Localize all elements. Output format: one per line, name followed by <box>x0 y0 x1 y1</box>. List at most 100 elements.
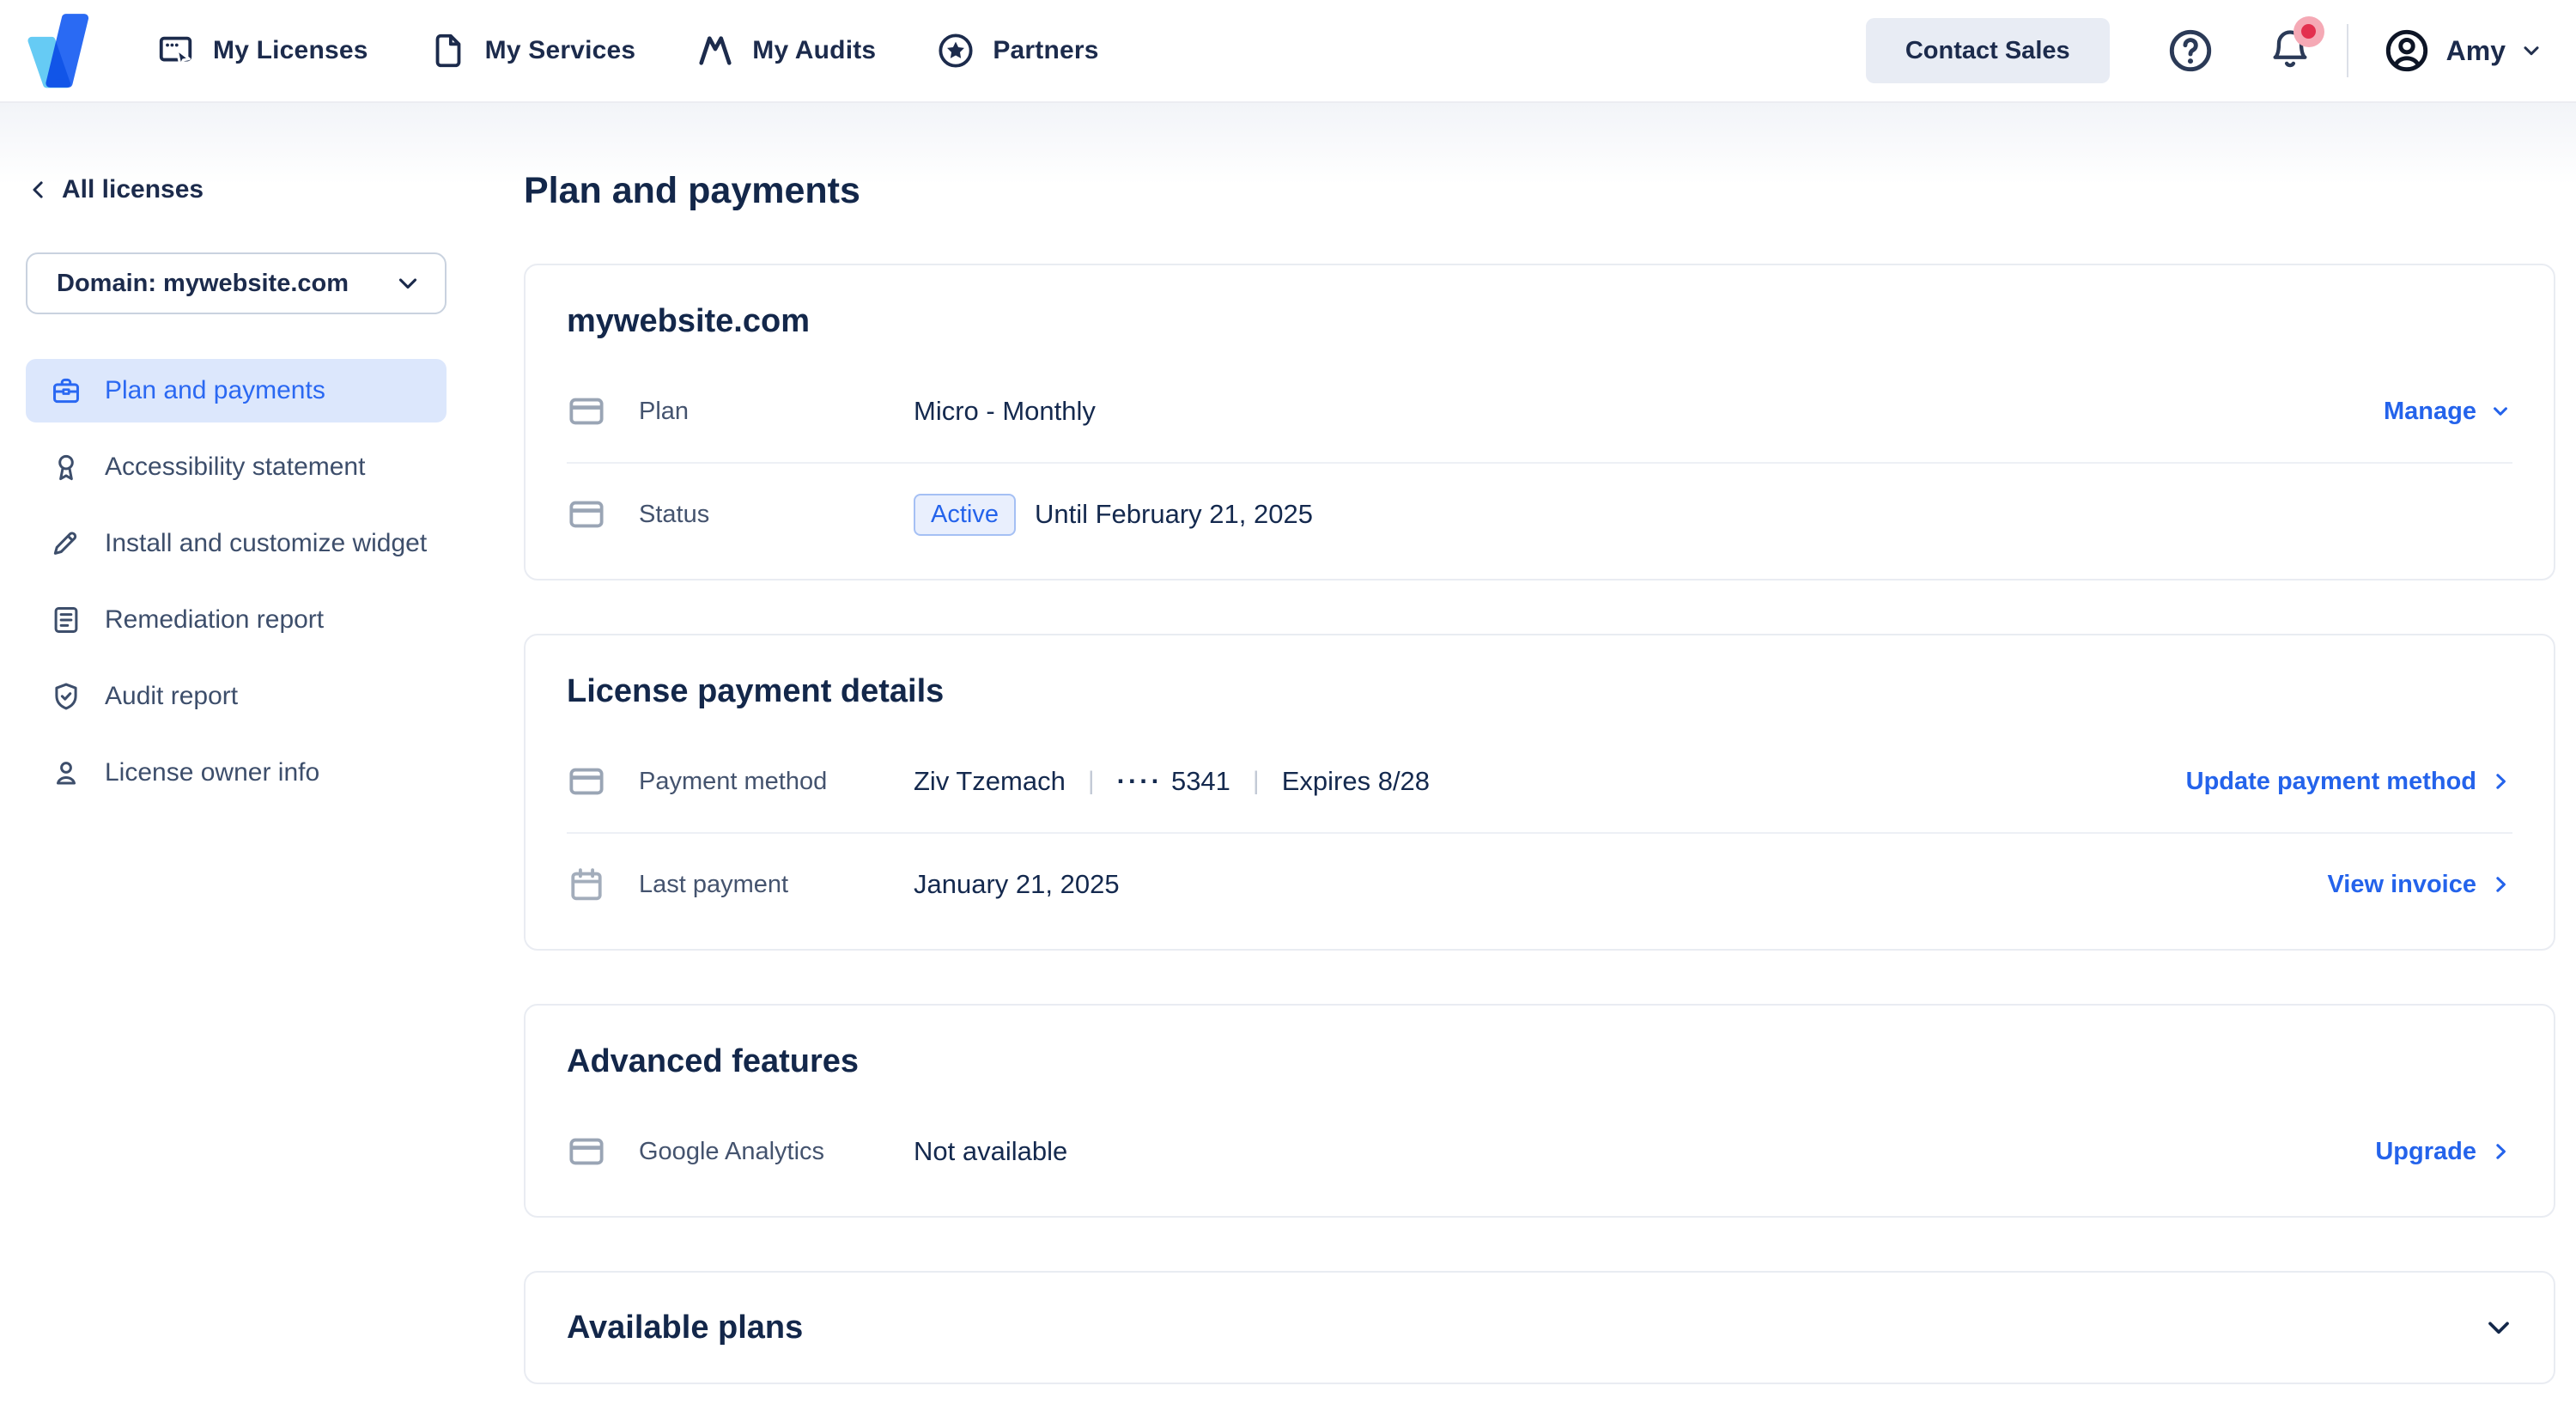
chevron-left-icon <box>26 177 52 203</box>
domain-selected-value: Domain: mywebsite.com <box>57 270 349 298</box>
available-plans-card[interactable]: Available plans <box>524 1271 2555 1384</box>
chevron-down-icon[interactable] <box>2482 1310 2516 1345</box>
sidebar-item-plan-and-payments[interactable]: Plan and payments <box>26 359 447 422</box>
chevron-down-icon <box>2488 399 2512 423</box>
value-separator: | <box>1084 767 1098 796</box>
sidebar-item-accessibility-statement[interactable]: Accessibility statement <box>26 435 447 499</box>
update-payment-method-label: Update payment method <box>2186 768 2476 796</box>
credit-card-icon <box>567 495 606 534</box>
available-plans-title: Available plans <box>567 1310 803 1346</box>
nav-label: My Audits <box>752 36 876 65</box>
credit-card-icon <box>567 1132 606 1171</box>
upgrade-label: Upgrade <box>2375 1138 2476 1166</box>
card-number-masked: ····5341 <box>1117 766 1230 797</box>
sidebar-item-label: License owner info <box>105 758 319 787</box>
upgrade-link[interactable]: Upgrade <box>2375 1138 2512 1166</box>
payment-method-row: Payment method Ziv Tzemach | ····5341 | … <box>567 731 2512 832</box>
page-body: All licenses Domain: mywebsite.com <box>0 103 2576 1410</box>
cardholder-name: Ziv Tzemach <box>914 766 1066 797</box>
credit-card-icon <box>567 392 606 431</box>
manage-label: Manage <box>2384 398 2476 426</box>
chevron-right-icon <box>2488 1140 2512 1164</box>
value-separator: | <box>1249 767 1263 796</box>
status-row: Status Active Until February 21, 2025 <box>567 464 2512 565</box>
manage-dropdown[interactable]: Manage <box>2384 398 2512 426</box>
payment-method-label: Payment method <box>639 768 914 796</box>
nav-label: My Services <box>485 36 636 65</box>
sidebar-item-license-owner-info[interactable]: License owner info <box>26 741 447 805</box>
sidebar-item-label: Plan and payments <box>105 376 325 405</box>
shield-check-icon <box>50 680 82 713</box>
briefcase-icon <box>50 374 82 407</box>
view-invoice-label: View invoice <box>2327 871 2476 899</box>
pencil-icon <box>50 527 82 560</box>
last-payment-row: Last payment January 21, 2025 View invoi… <box>567 834 2512 935</box>
plan-value: Micro - Monthly <box>914 396 2384 427</box>
avatar-icon <box>2383 27 2431 75</box>
status-badge: Active <box>914 494 1016 536</box>
sidebar-item-label: Audit report <box>105 682 238 711</box>
nav-item-my-licenses[interactable]: My Licenses <box>156 31 368 70</box>
chevron-right-icon <box>2488 769 2512 793</box>
domain-card: mywebsite.com Plan Micro - Monthly Manag… <box>524 264 2555 580</box>
status-label: Status <box>639 501 914 529</box>
sidebar-item-install-and-customize-widget[interactable]: Install and customize widget <box>26 512 447 575</box>
license-nav: Plan and payments Accessibility statemen… <box>26 359 447 805</box>
advanced-features-card: Advanced features Google Analytics Not a… <box>524 1004 2555 1218</box>
header-divider <box>2347 24 2348 77</box>
topbar-right: Contact Sales <box>1866 18 2543 83</box>
person-icon <box>50 757 82 789</box>
notifications-button[interactable] <box>2268 27 2312 76</box>
sidebar-item-label: Install and customize widget <box>105 529 427 558</box>
status-until-text: Until February 21, 2025 <box>1035 499 1313 530</box>
notification-badge <box>2293 16 2324 47</box>
services-icon <box>428 31 468 70</box>
last-payment-value: January 21, 2025 <box>914 869 2327 900</box>
chevron-right-icon <box>2488 872 2512 896</box>
sidebar-item-label: Accessibility statement <box>105 453 365 482</box>
credit-card-icon <box>567 762 606 801</box>
chevron-down-icon <box>2519 39 2543 63</box>
help-icon[interactable] <box>2166 27 2215 75</box>
partners-icon <box>936 31 975 70</box>
calendar-icon <box>567 865 606 904</box>
back-label: All licenses <box>62 175 204 204</box>
domain-selector[interactable]: Domain: mywebsite.com <box>26 252 447 314</box>
nav-item-partners[interactable]: Partners <box>936 31 1098 70</box>
primary-nav: My Licenses My Services My Audits <box>156 31 1099 70</box>
view-invoice-link[interactable]: View invoice <box>2327 871 2512 899</box>
update-payment-method-link[interactable]: Update payment method <box>2186 768 2512 796</box>
back-to-all-licenses-link[interactable]: All licenses <box>26 175 447 204</box>
card-expiry: Expires 8/28 <box>1282 766 1430 797</box>
contact-sales-button[interactable]: Contact Sales <box>1866 18 2110 83</box>
user-menu[interactable]: Amy <box>2383 27 2543 75</box>
brand-logo-icon[interactable] <box>26 13 91 88</box>
nav-item-my-audits[interactable]: My Audits <box>696 31 876 70</box>
nav-label: Partners <box>993 36 1098 65</box>
user-name: Amy <box>2446 35 2506 67</box>
sidebar-item-label: Remediation report <box>105 605 324 635</box>
license-icon <box>156 31 196 70</box>
award-icon <box>50 451 82 483</box>
audits-icon <box>696 31 735 70</box>
google-analytics-value: Not available <box>914 1136 2375 1167</box>
last-payment-label: Last payment <box>639 871 914 899</box>
payment-card-title: License payment details <box>567 673 2512 710</box>
plan-label: Plan <box>639 398 914 426</box>
sidebar: All licenses Domain: mywebsite.com <box>0 103 481 1410</box>
nav-item-my-services[interactable]: My Services <box>428 31 636 70</box>
main-content: Plan and payments mywebsite.com Plan Mic… <box>481 103 2576 1410</box>
sidebar-item-remediation-report[interactable]: Remediation report <box>26 588 447 652</box>
document-icon <box>50 604 82 636</box>
license-payment-details-card: License payment details Payment method Z… <box>524 634 2555 951</box>
sidebar-item-audit-report[interactable]: Audit report <box>26 665 447 728</box>
page-title: Plan and payments <box>524 170 2555 212</box>
plan-row: Plan Micro - Monthly Manage <box>567 361 2512 462</box>
top-nav: My Licenses My Services My Audits <box>0 0 2576 103</box>
chevron-down-icon <box>393 269 422 298</box>
google-analytics-row: Google Analytics Not available Upgrade <box>567 1101 2512 1202</box>
advanced-card-title: Advanced features <box>567 1043 2512 1080</box>
domain-card-title: mywebsite.com <box>567 303 2512 340</box>
nav-label: My Licenses <box>213 36 368 65</box>
google-analytics-label: Google Analytics <box>639 1138 914 1166</box>
